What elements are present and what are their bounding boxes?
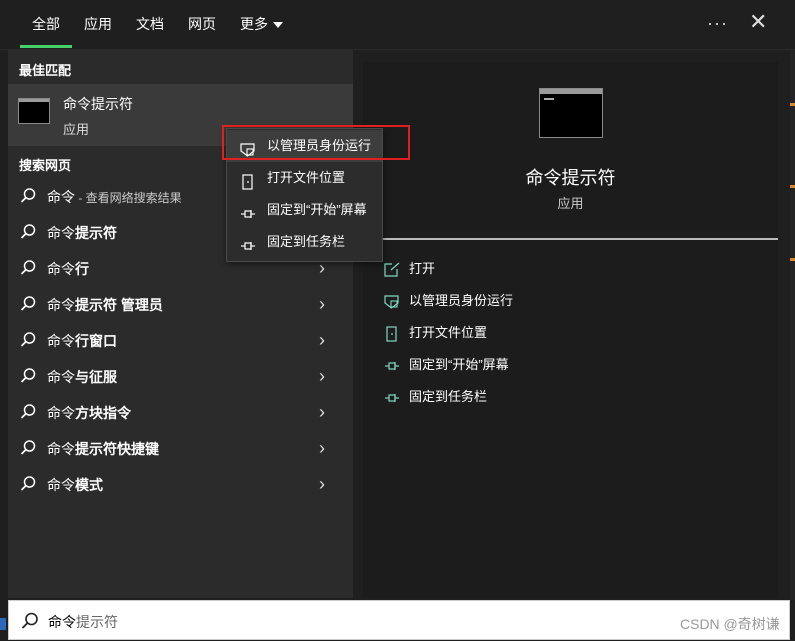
detail-action[interactable]: 打开 xyxy=(383,259,435,279)
detail-divider xyxy=(381,238,778,240)
watermark: CSDN @奇树谦 xyxy=(680,616,780,632)
chevron-right-icon[interactable]: › xyxy=(319,294,325,315)
chevron-right-icon[interactable]: › xyxy=(319,330,325,351)
background-edge-right xyxy=(790,0,795,600)
tab-documents[interactable]: 文档 xyxy=(136,14,164,34)
search-icon xyxy=(19,475,37,493)
background-edge-mark xyxy=(790,258,795,261)
background-edge-mark xyxy=(790,103,795,106)
command-prompt-icon xyxy=(18,98,50,124)
web-search-item[interactable]: 命令与征服 › xyxy=(8,358,353,394)
detail-action[interactable]: 以管理员身份运行 xyxy=(383,291,513,311)
tab-apps[interactable]: 应用 xyxy=(84,14,112,34)
open-icon xyxy=(383,262,401,278)
pin-icon xyxy=(383,358,401,374)
details-pane: 命令提示符 应用 打开以管理员身份运行 打开文件位置固定到“开始”屏幕 固定到任务栏 xyxy=(363,62,778,598)
shield-icon xyxy=(239,138,257,157)
search-suggestion-text: 提示符 xyxy=(76,614,118,630)
web-search-item[interactable]: 命令行窗口 › xyxy=(8,322,353,358)
pin-icon xyxy=(239,202,257,218)
search-icon xyxy=(19,259,37,277)
detail-title: 命令提示符 xyxy=(525,168,616,188)
caret-down-icon xyxy=(273,22,283,29)
background-edge-left xyxy=(0,50,8,641)
web-search-item[interactable]: 命令提示符 管理员 › xyxy=(8,286,353,322)
detail-action-label: 打开文件位置 xyxy=(409,325,488,340)
context-menu: 以管理员身份运行 打开文件位置固定到“开始”屏幕 固定到任务栏 xyxy=(226,128,383,262)
detail-action[interactable]: 固定到“开始”屏幕 xyxy=(383,355,509,375)
context-menu-item-label: 固定到任务栏 xyxy=(267,234,346,249)
command-prompt-large-icon xyxy=(539,88,603,138)
tab-more[interactable]: 更多 xyxy=(240,14,283,34)
web-search-item[interactable]: 命令方块指令 › xyxy=(8,394,353,430)
best-match-name: 命令提示符 xyxy=(63,96,133,112)
context-menu-item[interactable]: 固定到“开始”屏幕 xyxy=(227,194,382,226)
search-icon xyxy=(19,439,37,457)
context-menu-item[interactable]: 固定到任务栏 xyxy=(227,226,382,258)
context-menu-item[interactable]: 以管理员身份运行 xyxy=(227,130,382,162)
tab-all[interactable]: 全部 xyxy=(20,14,72,48)
web-search-item-label: 命令模式 xyxy=(47,477,103,493)
detail-action-label: 固定到任务栏 xyxy=(409,389,488,404)
detail-type: 应用 xyxy=(557,196,584,211)
search-icon xyxy=(19,331,37,349)
search-typed-text: 命令 xyxy=(48,614,76,630)
web-search-item-label: 命令提示符快捷键 xyxy=(47,441,159,457)
chevron-right-icon[interactable]: › xyxy=(319,366,325,387)
detail-action[interactable]: 固定到任务栏 xyxy=(383,387,487,407)
search-icon xyxy=(19,187,37,205)
context-menu-item-label: 以管理员身份运行 xyxy=(267,138,372,153)
web-search-item-label: 命令与征服 xyxy=(47,369,117,385)
background-edge-marker xyxy=(0,618,6,630)
web-search-item-label: 命令行窗口 xyxy=(47,333,117,349)
search-tabs-bar: 全部 应用 文档 网页 更多 ··· ✕ xyxy=(0,0,795,50)
folder-icon xyxy=(239,170,257,190)
pin-icon xyxy=(383,390,401,406)
context-menu-item-label: 固定到“开始”屏幕 xyxy=(267,202,367,217)
chevron-right-icon[interactable]: › xyxy=(319,402,325,423)
detail-action[interactable]: 打开文件位置 xyxy=(383,323,487,343)
web-search-item-label: 命令方块指令 xyxy=(47,405,131,421)
tab-more-label: 更多 xyxy=(240,16,268,32)
search-bar[interactable]: 命令提示符 xyxy=(8,600,790,640)
shield-icon xyxy=(383,294,401,310)
web-search-item[interactable]: 命令模式 › xyxy=(8,466,353,502)
search-input[interactable]: 命令提示符 xyxy=(48,612,118,632)
web-search-item-label: 命令行 xyxy=(47,261,89,277)
web-search-heading: 搜索网页 xyxy=(19,158,72,173)
search-icon xyxy=(19,295,37,313)
web-search-item[interactable]: 命令提示符快捷键 › xyxy=(8,430,353,466)
detail-action-label: 固定到“开始”屏幕 xyxy=(409,357,509,372)
context-menu-item[interactable]: 打开文件位置 xyxy=(227,162,382,194)
detail-action-label: 以管理员身份运行 xyxy=(409,293,514,308)
background-edge-mark xyxy=(790,185,795,188)
best-match-heading: 最佳匹配 xyxy=(19,63,72,78)
search-icon xyxy=(19,223,37,241)
context-menu-item-label: 打开文件位置 xyxy=(267,170,346,185)
search-icon xyxy=(21,612,38,629)
search-icon xyxy=(19,367,37,385)
detail-action-label: 打开 xyxy=(409,261,436,276)
tab-web[interactable]: 网页 xyxy=(188,14,216,34)
ellipsis-icon[interactable]: ··· xyxy=(707,13,728,34)
folder-icon xyxy=(383,325,401,342)
web-search-item-label: 命令 - 查看网络搜索结果 xyxy=(47,189,182,205)
pin-icon xyxy=(239,234,257,250)
chevron-right-icon[interactable]: › xyxy=(319,474,325,495)
chevron-right-icon[interactable]: › xyxy=(319,438,325,459)
web-search-item-label: 命令提示符 xyxy=(47,225,117,241)
close-icon[interactable]: ✕ xyxy=(749,10,767,34)
web-search-item-label: 命令提示符 管理员 xyxy=(47,297,163,313)
best-match-type: 应用 xyxy=(63,122,90,137)
search-icon xyxy=(19,403,37,421)
